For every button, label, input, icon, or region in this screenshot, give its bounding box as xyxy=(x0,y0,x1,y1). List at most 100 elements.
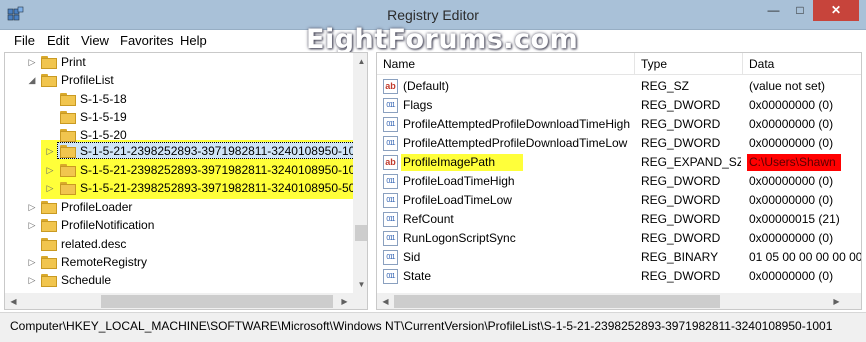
watermark: EightForums.com xyxy=(306,24,579,55)
menu-favorites-label: Favorites xyxy=(120,33,174,48)
scroll-right-arrow-icon[interactable]: ▶ xyxy=(828,293,845,309)
scrollbar-corner xyxy=(845,293,861,309)
value-row[interactable]: 011 ProfileAttemptedProfileDownloadTimeH… xyxy=(377,115,861,134)
scroll-thumb[interactable] xyxy=(101,295,333,308)
binary-value-icon: 011 xyxy=(383,174,398,189)
tree-item-label: RemoteRegistry xyxy=(61,255,148,269)
menu-favorites[interactable]: Favorites xyxy=(120,33,173,48)
tree-vertical-scrollbar[interactable]: ▲ ▼ xyxy=(353,53,367,293)
folder-icon xyxy=(41,238,57,251)
folder-icon xyxy=(60,129,76,142)
menu-view-label: View xyxy=(81,33,109,48)
value-name: RefCount xyxy=(403,212,454,226)
binary-value-icon: 011 xyxy=(383,231,398,246)
list-horizontal-scrollbar[interactable]: ◀ ▶ xyxy=(377,293,845,309)
value-row[interactable]: 011 State REG_DWORD 0x00000000 (0) xyxy=(377,267,861,286)
value-name: ProfileAttemptedProfileDownloadTimeHigh xyxy=(403,117,630,131)
value-data: (value not set) xyxy=(749,79,826,93)
folder-icon xyxy=(60,111,76,124)
value-type: REG_SZ xyxy=(641,79,690,93)
binary-value-icon: 011 xyxy=(383,269,398,284)
value-row[interactable]: 011 RefCount REG_DWORD 0x00000015 (21) xyxy=(377,210,861,229)
value-type: REG_DWORD xyxy=(641,212,721,226)
value-type: REG_BINARY xyxy=(641,250,719,264)
value-data: 0x00000000 (0) xyxy=(749,136,834,150)
scroll-down-arrow-icon[interactable]: ▼ xyxy=(353,276,367,293)
value-data: 0x00000000 (0) xyxy=(749,231,834,245)
value-name: Flags xyxy=(403,98,433,112)
tree-item-label: S-1-5-21-2398252893-3971982811-324010895… xyxy=(80,144,368,158)
value-type: REG_DWORD xyxy=(641,136,721,150)
binary-value-icon: 011 xyxy=(383,136,398,151)
folder-icon xyxy=(60,93,76,106)
folder-icon xyxy=(41,274,57,287)
collapse-arrow-icon[interactable]: ◢ xyxy=(27,71,37,90)
expand-arrow-icon[interactable]: ▷ xyxy=(45,161,55,180)
value-row[interactable]: 011 Sid REG_BINARY 01 05 00 00 00 00 00 … xyxy=(377,248,861,267)
scroll-left-arrow-icon[interactable]: ◀ xyxy=(5,293,22,309)
scroll-right-arrow-icon[interactable]: ▶ xyxy=(336,293,353,309)
menu-help[interactable]: Help xyxy=(180,33,207,48)
value-row[interactable]: ab (Default) REG_SZ (value not set) xyxy=(377,77,861,96)
values-list-pane[interactable]: Name Type Data ab (Default) REG_SZ (valu… xyxy=(376,52,862,310)
menu-help-label: Help xyxy=(180,33,207,48)
maximize-button[interactable]: □ xyxy=(787,0,813,21)
folder-icon xyxy=(60,164,76,177)
value-row-profileimagepath[interactable]: ab ProfileImagePath REG_EXPAND_SZ C:\Use… xyxy=(377,153,861,172)
folder-icon xyxy=(60,145,76,158)
value-type: REG_DWORD xyxy=(641,193,721,207)
tree-horizontal-scrollbar[interactable]: ◀ ▶ xyxy=(5,293,353,309)
string-value-icon: ab xyxy=(383,79,398,94)
value-row[interactable]: 011 ProfileLoadTimeHigh REG_DWORD 0x0000… xyxy=(377,172,861,191)
scroll-thumb[interactable] xyxy=(394,295,720,308)
folder-icon xyxy=(41,201,57,214)
value-data: 0x00000000 (0) xyxy=(749,174,834,188)
value-name: ProfileImagePath xyxy=(403,155,496,169)
column-header-data[interactable]: Data xyxy=(743,53,861,75)
expand-arrow-icon[interactable]: ▷ xyxy=(27,216,37,235)
menu-edit[interactable]: Edit xyxy=(47,33,69,48)
menu-view[interactable]: View xyxy=(81,33,109,48)
value-row[interactable]: 011 Flags REG_DWORD 0x00000000 (0) xyxy=(377,96,861,115)
binary-value-icon: 011 xyxy=(383,117,398,132)
value-type: REG_DWORD xyxy=(641,117,721,131)
tree-item-label: ProfileLoader xyxy=(61,200,133,214)
menu-file[interactable]: File xyxy=(14,33,35,48)
status-bar: Computer\HKEY_LOCAL_MACHINE\SOFTWARE\Mic… xyxy=(0,312,866,342)
scroll-thumb[interactable] xyxy=(355,225,367,241)
tree-item-label: related.desc xyxy=(61,237,127,251)
value-row[interactable]: 011 ProfileAttemptedProfileDownloadTimeL… xyxy=(377,134,861,153)
column-header-name[interactable]: Name xyxy=(377,53,635,75)
expand-arrow-icon[interactable]: ▷ xyxy=(27,253,37,272)
scroll-up-arrow-icon[interactable]: ▲ xyxy=(353,53,367,70)
expand-arrow-icon[interactable]: ▷ xyxy=(27,271,37,290)
value-data: 0x00000000 (0) xyxy=(749,269,834,283)
expand-arrow-icon[interactable]: ▷ xyxy=(27,198,37,217)
tree-item-label: ProfileNotification xyxy=(61,218,155,232)
column-header-type[interactable]: Type xyxy=(635,53,743,75)
tree-item-label: Schedule xyxy=(61,273,112,287)
tree-item-label: S-1-5-19 xyxy=(80,110,127,124)
binary-value-icon: 011 xyxy=(383,98,398,113)
value-name: ProfileAttemptedProfileDownloadTimeLow xyxy=(403,136,628,150)
expand-arrow-icon[interactable]: ▷ xyxy=(45,179,55,198)
folder-icon xyxy=(60,182,76,195)
folder-open-icon xyxy=(41,74,57,87)
expand-arrow-icon[interactable]: ▷ xyxy=(27,53,37,72)
key-tree-pane[interactable]: ▷ Print ◢ ProfileList S-1-5-18 S-1-5-19 … xyxy=(4,52,368,310)
expand-arrow-icon[interactable]: ▷ xyxy=(45,142,55,161)
folder-icon xyxy=(41,56,57,69)
value-data: 0x00000000 (0) xyxy=(749,193,834,207)
scrollbar-corner xyxy=(353,293,367,309)
value-row[interactable]: 011 RunLogonScriptSync REG_DWORD 0x00000… xyxy=(377,229,861,248)
minimize-button[interactable]: — xyxy=(760,0,787,21)
tree-item-label: ProfileList xyxy=(61,73,114,87)
scroll-left-arrow-icon[interactable]: ◀ xyxy=(377,293,394,309)
value-name: State xyxy=(403,269,432,283)
value-type: REG_DWORD xyxy=(641,98,721,112)
value-row[interactable]: 011 ProfileLoadTimeLow REG_DWORD 0x00000… xyxy=(377,191,861,210)
menu-file-label: File xyxy=(14,33,35,48)
close-button[interactable]: ✕ xyxy=(813,0,859,21)
folder-icon xyxy=(41,256,57,269)
tree-item-label: S-1-5-21-2398252893-3971982811-324010895… xyxy=(80,163,368,177)
